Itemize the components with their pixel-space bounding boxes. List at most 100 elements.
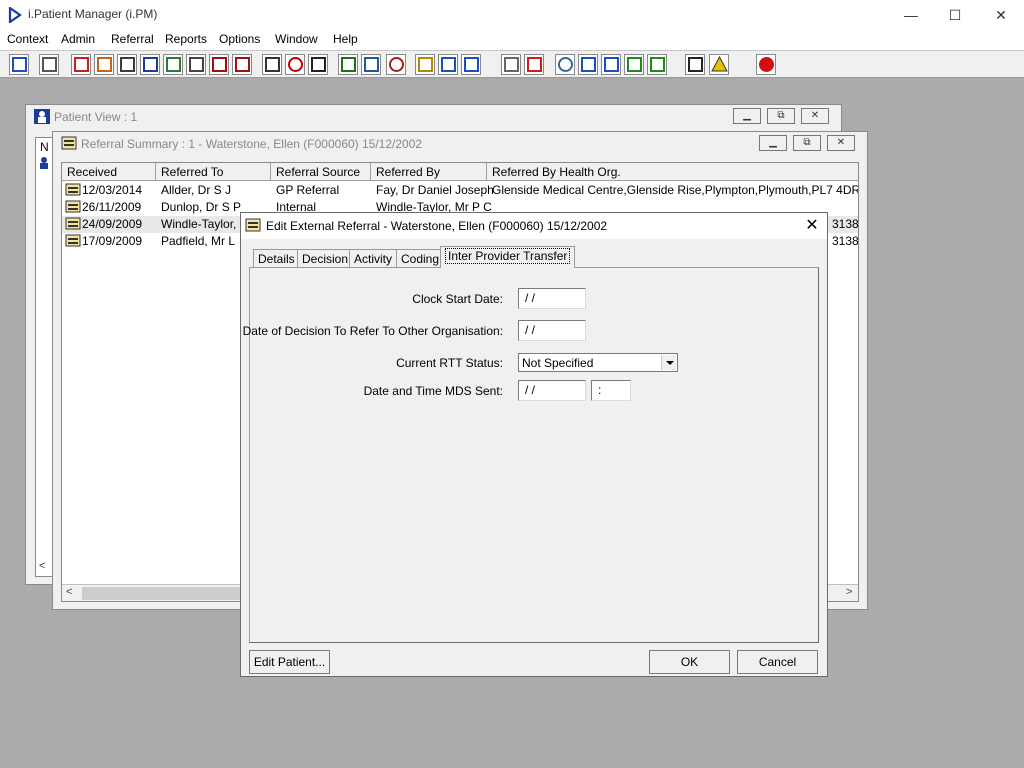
chevron-down-icon[interactable] <box>661 355 676 370</box>
menu-options[interactable]: Options <box>219 32 260 46</box>
card-icon-button[interactable] <box>338 54 358 75</box>
tab-coding[interactable]: Coding <box>396 249 445 268</box>
patient-view-close-button[interactable]: ✕ <box>801 108 829 124</box>
column-header-referred-by-health-org[interactable]: Referred By Health Org. <box>487 163 858 181</box>
bar-chart-icon-button[interactable] <box>524 54 544 75</box>
app-title-bar: i.Patient Manager (i.PM) — ☐ ✕ <box>0 0 1024 30</box>
scroll-right-arrow[interactable]: > <box>846 586 852 598</box>
referral-in-icon-button[interactable] <box>578 54 598 75</box>
ambulance-icon-button[interactable] <box>461 54 481 75</box>
menu-help[interactable]: Help <box>333 32 358 46</box>
dialog-close-button[interactable]: ✕ <box>801 216 823 236</box>
cancel-button[interactable]: Cancel <box>737 650 818 674</box>
referral-icon-button[interactable] <box>94 54 114 75</box>
bed-icon-button[interactable] <box>438 54 458 75</box>
printer-icon-button[interactable] <box>39 54 59 75</box>
app-title: i.Patient Manager (i.PM) <box>28 7 158 21</box>
globe-icon-button[interactable] <box>555 54 575 75</box>
current-rtt-status-select[interactable]: Not Specified <box>518 353 678 372</box>
magnifier-icon-button[interactable] <box>262 54 282 75</box>
scroll-left-arrow[interactable]: < <box>66 586 72 598</box>
close-icon: ✕ <box>810 110 820 121</box>
referral-icon <box>97 57 112 72</box>
patient-search-icon-button[interactable] <box>9 54 29 75</box>
referral-row-icon <box>65 200 81 214</box>
document-list-icon-button[interactable] <box>361 54 381 75</box>
patient-view-title-bar[interactable]: Patient View : 1 ▁ ⧉ ✕ <box>26 105 841 127</box>
mds-sent-time-field[interactable]: : <box>591 380 631 401</box>
blank-page-icon-button[interactable] <box>501 54 521 75</box>
edit-external-referral-dialog[interactable]: Edit External Referral - Waterstone, Ell… <box>240 212 828 677</box>
restore-icon: ⧉ <box>803 137 811 148</box>
menu-referral[interactable]: Referral <box>111 32 154 46</box>
menu-admin[interactable]: Admin <box>61 32 95 46</box>
minimize-icon: ▁ <box>769 137 777 148</box>
referral-summary-close-button[interactable]: ✕ <box>827 135 855 151</box>
exit-icon-button[interactable] <box>756 54 776 75</box>
clock-icon <box>288 57 303 72</box>
patient-view-restore-button[interactable]: ⧉ <box>767 108 795 124</box>
cell-to: Allder, Dr S J <box>161 183 232 197</box>
column-header-referred-to[interactable]: Referred To <box>156 163 271 181</box>
cell-org: 3138 <box>832 217 859 231</box>
card-icon <box>341 57 356 72</box>
patient-view-minimize-button[interactable]: ▁ <box>733 108 761 124</box>
edit-patient-button[interactable]: Edit Patient... <box>249 650 330 674</box>
column-header-referred-by[interactable]: Referred By <box>371 163 487 181</box>
flag-alt-icon-button[interactable] <box>232 54 252 75</box>
tab-details[interactable]: Details <box>253 249 300 268</box>
close-button[interactable]: ✕ <box>978 0 1024 30</box>
current-rtt-status-label: Current RTT Status: <box>396 356 503 370</box>
referral-check-icon-button[interactable] <box>601 54 621 75</box>
cell-received: 26/11/2009 <box>82 200 142 214</box>
referral-summary-title-bar[interactable]: Referral Summary : 1 - Waterstone, Ellen… <box>53 132 867 154</box>
letter-m-icon-button[interactable] <box>140 54 160 75</box>
mds-sent-date-field[interactable]: / / <box>518 380 586 401</box>
referral-summary-restore-button[interactable]: ⧉ <box>793 135 821 151</box>
column-header-received[interactable]: Received <box>62 163 156 181</box>
table-row[interactable]: 12/03/2014 Allder, Dr S J GP Referral Fay, … <box>62 182 858 199</box>
clock-icon-button[interactable] <box>285 54 305 75</box>
swap-arrows-icon-button[interactable] <box>685 54 705 75</box>
person-icon-button[interactable] <box>163 54 183 75</box>
tab-inter-provider-transfer[interactable]: Inter Provider Transfer <box>440 246 576 268</box>
menu-window[interactable]: Window <box>275 32 318 46</box>
tab-decision[interactable]: Decision <box>297 249 354 268</box>
compass-icon-button[interactable] <box>386 54 406 75</box>
menu-reports[interactable]: Reports <box>165 32 207 46</box>
arrow-green-alt-icon-button[interactable] <box>647 54 667 75</box>
compass-icon <box>389 57 404 72</box>
dialog-title-bar[interactable]: Edit External Referral - Waterstone, Ell… <box>241 213 827 239</box>
note-icon-button[interactable] <box>415 54 435 75</box>
close-icon: ✕ <box>836 137 846 148</box>
arrow-green-icon-button[interactable] <box>624 54 644 75</box>
menu-context[interactable]: Context <box>7 32 48 46</box>
column-header-referral-source[interactable]: Referral Source <box>271 163 371 181</box>
maximize-button[interactable]: ☐ <box>932 0 978 30</box>
inter-provider-transfer-panel: Clock Start Date: / / Date of Decision T… <box>243 267 819 643</box>
minimize-button[interactable]: — <box>888 0 934 30</box>
clock-start-date-field[interactable]: / / <box>518 288 586 309</box>
globe-icon <box>558 57 573 72</box>
document-search-icon-button[interactable] <box>117 54 137 75</box>
monitor-icon-button[interactable] <box>308 54 328 75</box>
edit-form-icon-button[interactable] <box>186 54 206 75</box>
scroll-left-arrow[interactable]: < <box>39 560 45 572</box>
red-book-icon-button[interactable] <box>71 54 91 75</box>
red-book-icon <box>74 57 89 72</box>
referral-summary-minimize-button[interactable]: ▁ <box>759 135 787 151</box>
cell-received: 12/03/2014 <box>82 183 143 197</box>
document-list-icon <box>364 57 379 72</box>
edit-form-icon <box>189 57 204 72</box>
cell-org: 3138 <box>832 234 859 248</box>
decision-to-refer-date-field[interactable]: / / <box>518 320 586 341</box>
referral-row-icon <box>65 217 81 231</box>
warning-icon-button[interactable] <box>709 54 729 75</box>
cell-received: 24/09/2009 <box>82 217 143 231</box>
scrollbar-thumb[interactable] <box>82 587 242 600</box>
ok-button[interactable]: OK <box>649 650 730 674</box>
person-icon <box>166 57 181 72</box>
flag-icon-button[interactable] <box>209 54 229 75</box>
app-logo-icon <box>8 7 22 23</box>
tab-activity[interactable]: Activity <box>349 249 398 268</box>
